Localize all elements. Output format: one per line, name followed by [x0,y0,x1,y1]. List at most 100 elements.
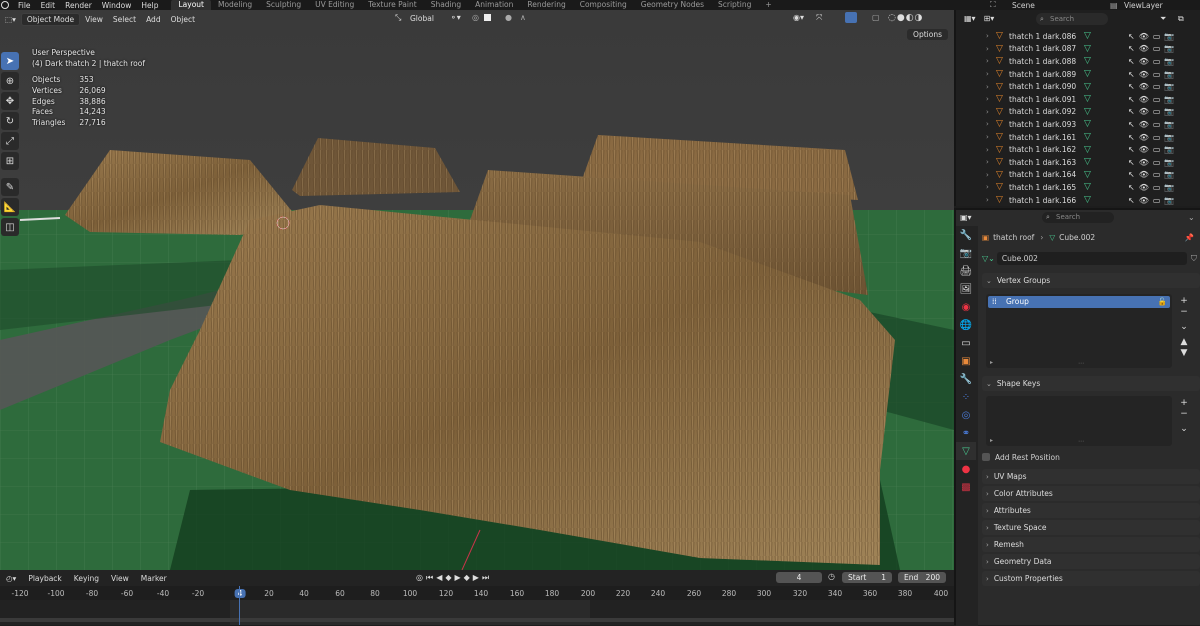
outliner-item-name[interactable]: thatch 1 dark.161 [1009,133,1076,142]
tab-animation[interactable]: Animation [468,0,520,10]
constraints-tab-icon[interactable]: ⚭ [956,424,976,442]
outliner-item-name[interactable]: thatch 1 dark.162 [1009,145,1076,154]
outliner-row[interactable]: › ▽ thatch 1 dark.090 ▽ ↖👁▭📷 [956,80,1198,93]
eye-icon[interactable]: 👁 [1139,170,1153,179]
modifier-tab-icon[interactable]: 🔧 [956,370,976,388]
editor-type-icon[interactable]: ⬚▾ [0,15,21,24]
eye-icon[interactable]: 👁 [1139,145,1153,154]
camera-icon[interactable]: 📷 [1164,32,1178,41]
eye-icon[interactable]: 👁 [1139,57,1153,66]
filter-icon[interactable]: ⏷ [1160,14,1166,24]
output-tab-icon[interactable]: 🖨 [956,262,976,280]
eye-icon[interactable]: 👁 [1139,196,1153,205]
current-frame-field[interactable]: 4 [776,572,822,583]
viewport-disable-icon[interactable]: ▭ [1153,158,1165,167]
prev-keyframe-icon[interactable]: ◀◆ [436,573,454,582]
lock-icon[interactable]: 🔓 [1158,296,1167,308]
mesh-data-icon[interactable]: ▽ [1084,119,1091,129]
mesh-data-icon[interactable]: ▽ [1084,195,1091,205]
viewport-disable-icon[interactable]: ▭ [1153,57,1165,66]
camera-icon[interactable]: 📷 [1164,145,1178,154]
menu-add[interactable]: Add [141,15,166,24]
visibility-icon[interactable]: ◉▾ [793,13,804,22]
mesh-data-icon[interactable]: ▽ [1084,94,1091,104]
camera-icon[interactable]: 📷 [1164,183,1178,192]
move-up-icon[interactable]: ▲ [1177,337,1191,348]
breadcrumb-mesh[interactable]: Cube.002 [1059,233,1095,242]
outliner-item-name[interactable]: thatch 1 dark.087 [1009,44,1076,53]
mesh-data-icon[interactable]: ▽ [1084,170,1091,180]
mesh-data-icon[interactable]: ▽ [1084,107,1091,117]
3d-viewport[interactable]: ⬚▾ Object Mode View Select Add Object ⤡ … [0,10,954,570]
falloff-icon[interactable]: ∧ [520,13,526,22]
editor-type-icon[interactable]: ▦▾ [964,14,976,23]
selectable-icon[interactable]: ↖ [1128,133,1139,142]
list-filter-toggle-icon[interactable]: ▸ [990,437,993,444]
list-item[interactable]: ⁞⁞ Group 🔓 [988,296,1170,308]
outliner-row[interactable]: › ▽ thatch 1 dark.093 ▽ ↖👁▭📷 [956,118,1198,131]
tab-rendering[interactable]: Rendering [520,0,572,10]
outliner-item-name[interactable]: thatch 1 dark.093 [1009,120,1076,129]
eye-icon[interactable]: 👁 [1139,133,1153,142]
selectable-icon[interactable]: ↖ [1128,158,1139,167]
tab-uv-editing[interactable]: UV Editing [308,0,361,10]
outliner-row[interactable]: › ▽ thatch 1 dark.164 ▽ ↖👁▭📷 [956,169,1198,182]
selectable-icon[interactable]: ↖ [1128,107,1139,116]
outliner-item-name[interactable]: thatch 1 dark.091 [1009,95,1076,104]
measure-tool-icon[interactable]: 📐 [1,198,19,216]
mesh-name-field[interactable]: Cube.002 [996,252,1187,265]
texture-tab-icon[interactable]: ▩ [956,478,976,496]
material-tab-icon[interactable]: ● [956,460,976,478]
panel-header-uv-maps[interactable]: › UV Maps [982,469,1200,484]
shape-keys-panel-header[interactable]: ⌄ Shape Keys [982,376,1200,391]
tool-tab-icon[interactable]: 🔧 [956,226,976,244]
menu-keying[interactable]: Keying [68,574,105,583]
particles-tab-icon[interactable]: ⁘ [956,388,976,406]
panel-header-custom-properties[interactable]: › Custom Properties [982,571,1200,586]
selectable-icon[interactable]: ↖ [1128,70,1139,79]
tab-geometry-nodes[interactable]: Geometry Nodes [634,0,711,10]
viewport-disable-icon[interactable]: ▭ [1153,133,1165,142]
outliner-item-name[interactable]: thatch 1 dark.090 [1009,82,1076,91]
add-workspace-button[interactable]: + [758,0,778,10]
add-rest-position-checkbox[interactable] [982,453,990,461]
expand-chevron-icon[interactable]: › [986,196,989,204]
outliner-item-name[interactable]: thatch 1 dark.163 [1009,158,1076,167]
viewport-disable-icon[interactable]: ▭ [1153,44,1165,53]
properties-search-input[interactable]: ⌕ Search [1042,211,1114,223]
menu-marker[interactable]: Marker [135,574,173,583]
expand-chevron-icon[interactable]: › [986,146,989,154]
tab-compositing[interactable]: Compositing [573,0,634,10]
selectable-icon[interactable]: ↖ [1128,95,1139,104]
camera-icon[interactable]: 📷 [1164,70,1178,79]
view-layer-tab-icon[interactable]: 🖼 [956,280,976,298]
tab-modeling[interactable]: Modeling [211,0,259,10]
expand-chevron-icon[interactable]: › [986,120,989,128]
selectable-icon[interactable]: ↖ [1128,57,1139,66]
tab-scripting[interactable]: Scripting [711,0,758,10]
selectable-icon[interactable]: ↖ [1128,145,1139,154]
next-keyframe-icon[interactable]: ◆▶ [464,573,482,582]
shape-keys-list[interactable]: ▸ ⋯ [986,396,1172,446]
menu-object[interactable]: Object [166,15,200,24]
camera-icon[interactable]: 📷 [1164,82,1178,91]
outliner-row[interactable]: › ▽ thatch 1 dark.165 ▽ ↖👁▭📷 [956,181,1198,194]
menu-playback[interactable]: Playback [22,574,67,583]
collection-tab-icon[interactable]: ▭ [956,334,976,352]
breadcrumb-object[interactable]: thatch roof [993,233,1034,242]
fake-user-icon[interactable]: ⛉ [1191,254,1197,264]
vertex-groups-panel-header[interactable]: ⌄ Vertex Groups [982,273,1200,288]
tab-shading[interactable]: Shading [424,0,468,10]
outliner-item-name[interactable]: thatch 1 dark.086 [1009,32,1076,41]
display-mode-icon[interactable]: ⊞▾ [984,14,995,23]
camera-icon[interactable]: 📷 [1164,57,1178,66]
record-icon[interactable]: ◎ [416,573,426,582]
outliner-row[interactable]: › ▽ thatch 1 dark.087 ▽ ↖👁▭📷 [956,43,1198,56]
viewport-disable-icon[interactable]: ▭ [1153,82,1165,91]
timeline-tracks[interactable] [0,600,954,625]
outliner-item-name[interactable]: thatch 1 dark.165 [1009,183,1076,192]
add-cube-tool-icon[interactable]: ◫ [1,218,19,236]
camera-icon[interactable]: 📷 [1164,158,1178,167]
transform-orientation-selector[interactable]: Global [410,14,434,23]
editor-type-icon[interactable]: ◴▾ [0,574,22,583]
